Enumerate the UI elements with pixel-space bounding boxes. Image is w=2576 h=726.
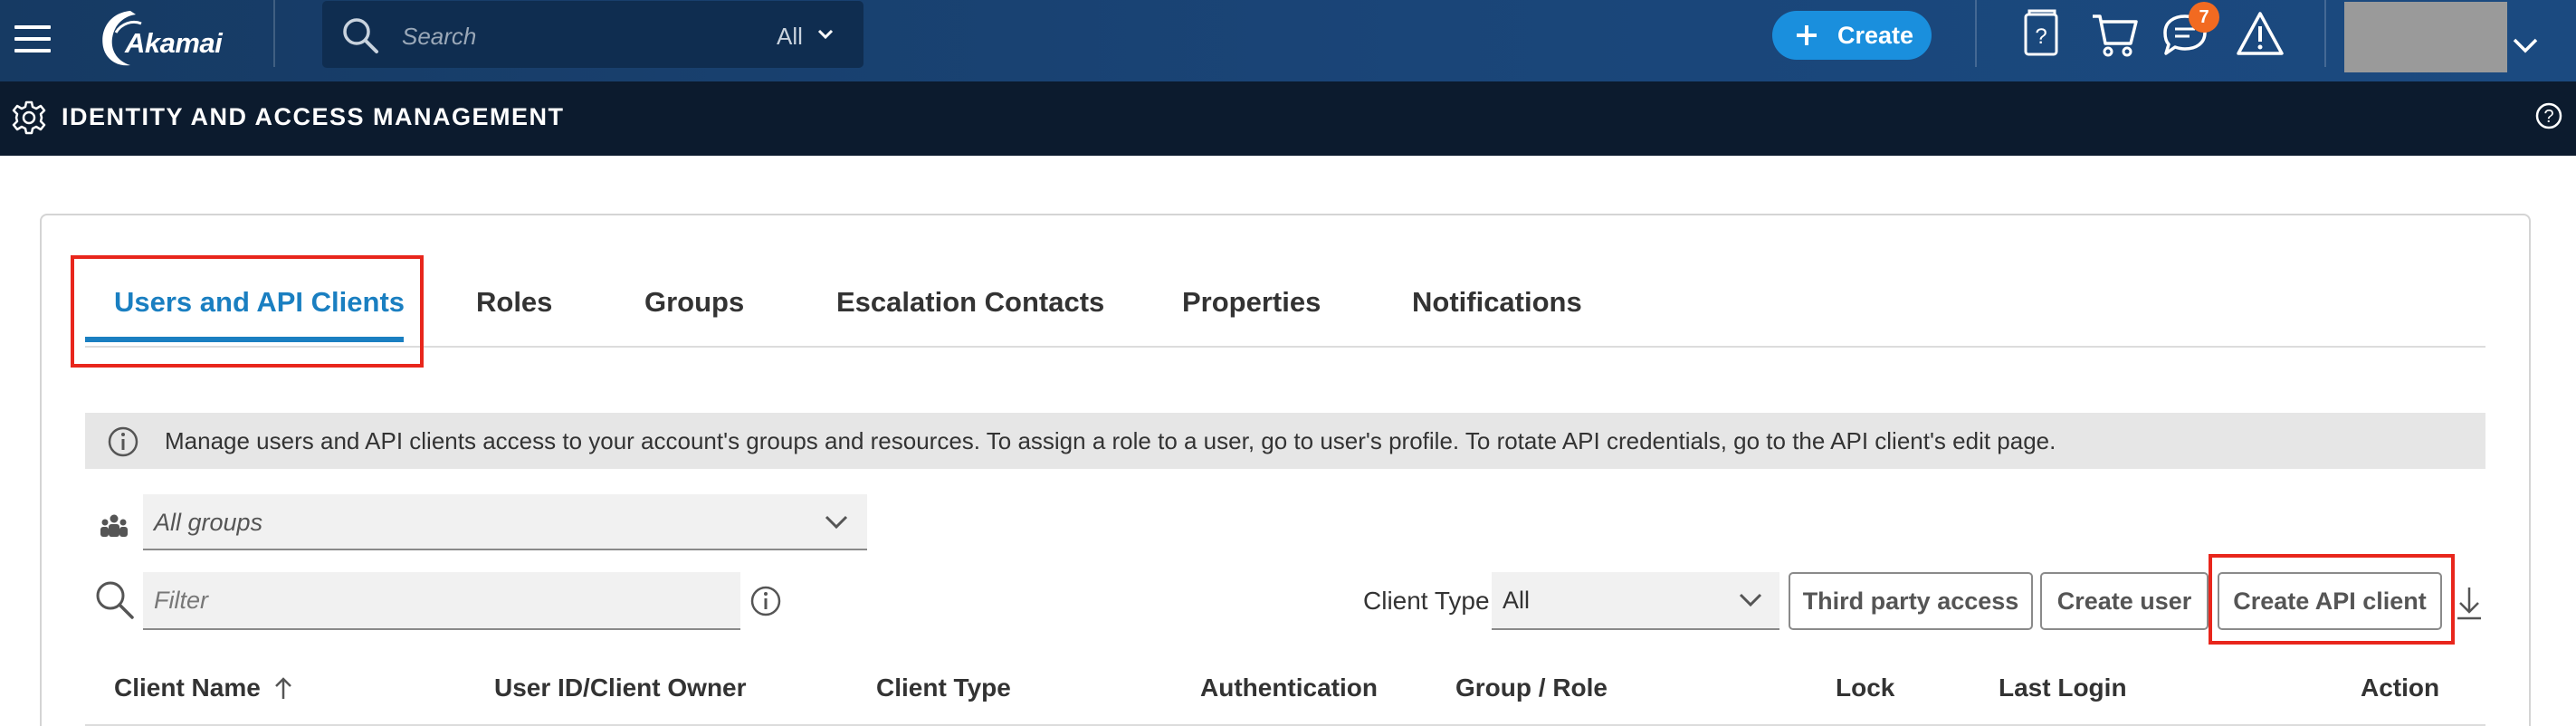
tab-roles[interactable]: Roles <box>476 286 552 319</box>
alert-icon[interactable] <box>2236 9 2285 58</box>
column-header-last-login[interactable]: Last Login <box>1999 673 2127 702</box>
column-header-user-id[interactable]: User ID/Client Owner <box>494 673 747 702</box>
groups-dropdown-value: All groups <box>154 509 263 536</box>
chevron-down-icon[interactable] <box>2511 36 2540 54</box>
tab-groups[interactable]: Groups <box>644 286 744 319</box>
tab-escalation-contacts[interactable]: Escalation Contacts <box>836 286 1104 319</box>
help-icon[interactable]: ? <box>2534 101 2563 130</box>
global-search[interactable]: Search All <box>322 1 863 68</box>
akamai-logo[interactable]: Akamai <box>94 5 248 71</box>
search-scope[interactable]: All <box>777 23 803 51</box>
column-header-lock[interactable]: Lock <box>1836 673 1894 702</box>
page-title: IDENTITY AND ACCESS MANAGEMENT <box>62 103 565 130</box>
tab-notifications[interactable]: Notifications <box>1412 286 1582 319</box>
search-icon <box>343 18 378 53</box>
table-header: Client Name User ID/Client Owner Client … <box>85 654 2485 726</box>
notification-count-badge: 7 <box>2189 2 2219 33</box>
create-button-label: Create <box>1837 22 1914 49</box>
highlight-box-tab <box>71 255 424 368</box>
search-icon <box>96 581 134 619</box>
chevron-down-icon <box>1739 593 1762 607</box>
sort-ascending-icon[interactable] <box>273 675 293 701</box>
column-header-group-role[interactable]: Group / Role <box>1455 673 1608 702</box>
create-user-button[interactable]: Create user <box>2040 572 2209 630</box>
third-party-access-button[interactable]: Third party access <box>1789 572 2033 630</box>
brand-name: Akamai <box>125 27 223 59</box>
tab-properties[interactable]: Properties <box>1182 286 1321 319</box>
client-type-value: All <box>1503 587 1531 614</box>
column-header-authentication[interactable]: Authentication <box>1200 673 1378 702</box>
tab-bar: Users and API Clients Roles Groups Escal… <box>85 272 2485 348</box>
chevron-down-icon <box>825 515 848 530</box>
download-icon[interactable] <box>2455 585 2484 621</box>
filter-input[interactable] <box>143 572 740 630</box>
info-banner: Manage users and API clients access to y… <box>85 413 2485 469</box>
info-banner-text: Manage users and API clients access to y… <box>165 427 2056 454</box>
section-header: IDENTITY AND ACCESS MANAGEMENT ? <box>0 81 2576 156</box>
highlight-box-create-api-client <box>2209 554 2455 645</box>
client-type-label: Client Type <box>1363 587 1490 615</box>
cart-icon[interactable] <box>2089 9 2140 60</box>
search-placeholder[interactable]: Search <box>402 23 476 51</box>
info-icon[interactable] <box>749 585 782 617</box>
top-navigation-bar: Akamai Search All Create ? 7 <box>0 0 2576 81</box>
column-header-client-type[interactable]: Client Type <box>876 673 1011 702</box>
svg-text:?: ? <box>2543 107 2553 127</box>
svg-text:?: ? <box>2035 24 2046 49</box>
divider <box>1975 0 1977 67</box>
column-header-client-name[interactable]: Client Name <box>114 673 261 702</box>
groups-dropdown[interactable]: All groups <box>143 494 867 550</box>
create-button[interactable]: Create <box>1772 11 1932 60</box>
chevron-down-icon[interactable] <box>816 28 835 41</box>
info-icon <box>108 426 138 457</box>
menu-icon[interactable] <box>11 20 54 58</box>
plus-icon <box>1797 25 1817 45</box>
client-type-dropdown[interactable]: All <box>1492 572 1779 630</box>
groups-icon <box>100 514 128 537</box>
divider <box>273 0 275 67</box>
help-book-icon[interactable]: ? <box>2020 9 2062 60</box>
user-avatar[interactable] <box>2344 2 2507 72</box>
column-header-action: Action <box>2361 673 2440 702</box>
gear-icon <box>12 100 46 135</box>
divider <box>2324 0 2326 67</box>
